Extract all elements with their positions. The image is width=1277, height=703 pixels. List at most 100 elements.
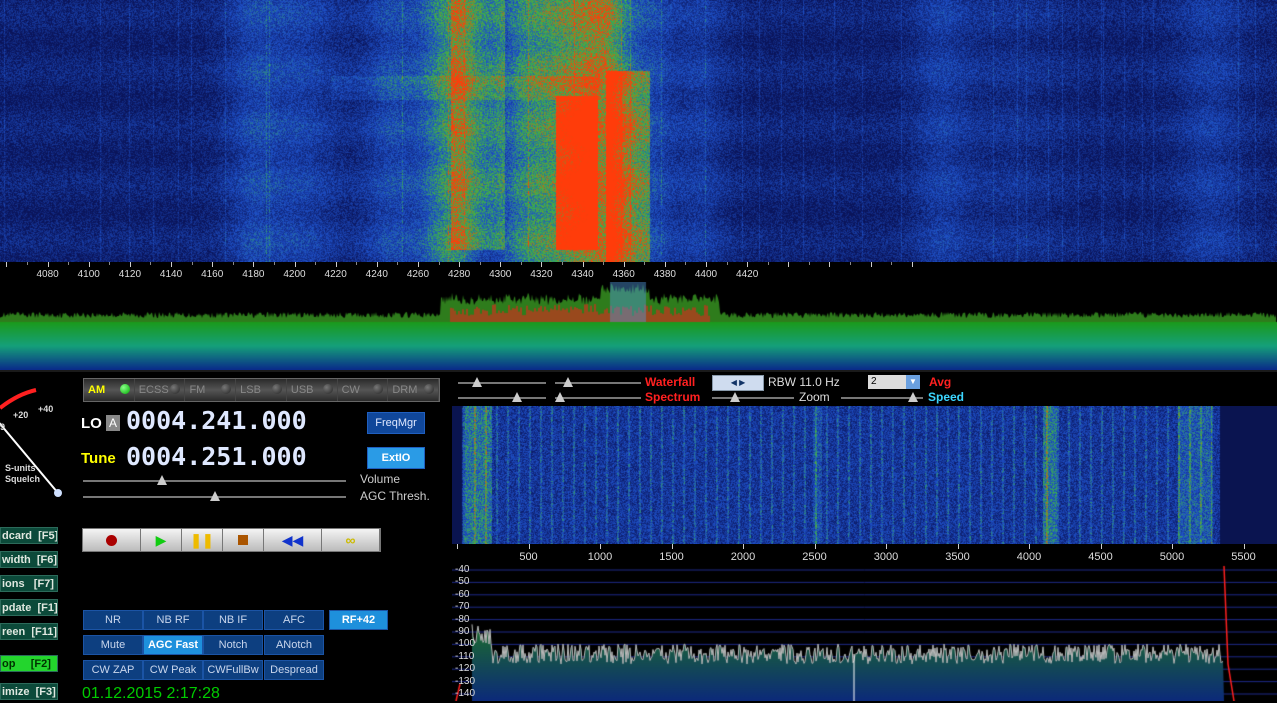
tune-label: Tune bbox=[81, 450, 116, 467]
dsp-notch-button[interactable]: Notch bbox=[203, 635, 263, 655]
dsp-nb-rf-button[interactable]: NB RF bbox=[143, 610, 203, 630]
db-scale-label: -70 bbox=[455, 601, 469, 612]
loop-button[interactable]: ∞ bbox=[322, 529, 380, 551]
main-waterfall[interactable] bbox=[0, 0, 1277, 262]
scale-tick bbox=[768, 262, 769, 265]
scale-tick bbox=[788, 262, 789, 267]
mode-label: DRM bbox=[392, 384, 417, 396]
scale-tick bbox=[377, 262, 378, 267]
mode-label: USB bbox=[291, 384, 314, 396]
mode-ecss-button[interactable]: ECSS bbox=[135, 379, 186, 401]
waterfall-slider-2[interactable] bbox=[555, 382, 641, 384]
audio-scale-label: 1500 bbox=[659, 551, 683, 563]
s-meter-mark-20: +20 bbox=[13, 410, 28, 420]
rbw-spinner[interactable]: ◀ ▶ bbox=[712, 375, 764, 391]
audio-spectrum[interactable] bbox=[452, 564, 1277, 701]
scale-tick bbox=[130, 262, 131, 267]
frequency-scale[interactable]: 4080 4100 4120 4140 4160 4180 4200 4220 4240 4260… bbox=[0, 262, 1277, 282]
dsp-cw-zap-button[interactable]: CW ZAP bbox=[83, 660, 143, 680]
zoom-label: Zoom bbox=[799, 390, 830, 404]
scale-tick bbox=[624, 262, 625, 267]
avg-select[interactable]: 2 ▼ bbox=[868, 375, 920, 389]
audio-scale-label: 500 bbox=[519, 551, 537, 563]
audio-frequency-scale[interactable]: 500 1000 1500 2000 2500 3000 3500 4000 4500 5000 5… bbox=[452, 544, 1277, 564]
side-button[interactable]: reen [F11] bbox=[0, 623, 58, 640]
mode-fm-button[interactable]: FM bbox=[185, 379, 236, 401]
speed-slider[interactable] bbox=[841, 397, 923, 399]
pause-button[interactable]: ❚❚ bbox=[182, 529, 223, 551]
db-scale-label: -40 bbox=[455, 564, 469, 575]
scale-tick bbox=[685, 262, 686, 265]
scale-tick bbox=[850, 262, 851, 265]
mode-usb-button[interactable]: USB bbox=[287, 379, 338, 401]
chevron-down-icon: ▼ bbox=[906, 375, 920, 389]
volume-slider[interactable] bbox=[83, 480, 346, 482]
dsp-nb-if-button[interactable]: NB IF bbox=[203, 610, 263, 630]
audio-scale-label: 2000 bbox=[731, 551, 755, 563]
side-button[interactable]: width [F6] bbox=[0, 551, 58, 568]
freqmgr-button[interactable]: FreqMgr bbox=[367, 412, 425, 434]
dsp-cw-peak-button[interactable]: CW Peak bbox=[143, 660, 203, 680]
frequency-scale-label: 4100 bbox=[78, 269, 100, 280]
spectrum-slider-2[interactable] bbox=[555, 397, 641, 399]
mode-indicator-icon bbox=[170, 384, 180, 394]
scale-tick bbox=[809, 262, 810, 265]
volume-slider-knob[interactable] bbox=[157, 475, 167, 485]
scale-tick bbox=[418, 262, 419, 267]
waterfall-slider-1[interactable] bbox=[458, 382, 546, 384]
rewind-button[interactable]: ◀◀ bbox=[264, 529, 322, 551]
lo-frequency[interactable]: 0004.241.000 bbox=[126, 406, 307, 435]
frequency-scale-label: 4380 bbox=[654, 269, 676, 280]
play-button[interactable]: ▶ bbox=[141, 529, 182, 551]
scale-tick bbox=[583, 262, 584, 267]
record-button[interactable] bbox=[83, 529, 141, 551]
mode-lsb-button[interactable]: LSB bbox=[236, 379, 287, 401]
mode-label: FM bbox=[189, 384, 205, 396]
zoom-slider[interactable] bbox=[712, 397, 794, 399]
scale-tick bbox=[233, 262, 234, 265]
dsp-nr-button[interactable]: NR bbox=[83, 610, 143, 630]
agc-threshold-knob[interactable] bbox=[210, 491, 220, 501]
side-button[interactable]: imize [F3] bbox=[0, 683, 58, 700]
dsp-rf-42-button[interactable]: RF+42 bbox=[329, 610, 388, 630]
scale-tick bbox=[891, 262, 892, 265]
scale-tick bbox=[192, 262, 193, 265]
extio-button[interactable]: ExtIO bbox=[367, 447, 425, 469]
dsp-afc-button[interactable]: AFC bbox=[264, 610, 324, 630]
scale-tick bbox=[397, 262, 398, 265]
audio-waterfall[interactable] bbox=[452, 406, 1277, 544]
dsp-despread-button[interactable]: Despread bbox=[264, 660, 324, 680]
scale-tick bbox=[727, 262, 728, 265]
agc-threshold-slider[interactable] bbox=[83, 496, 346, 498]
s-meter-mark-40: +40 bbox=[38, 404, 53, 414]
loop-icon: ∞ bbox=[346, 532, 356, 548]
main-spectrum[interactable] bbox=[0, 282, 1277, 370]
mode-am-button[interactable]: AM bbox=[84, 379, 135, 401]
dsp-anotch-button[interactable]: ANotch bbox=[264, 635, 324, 655]
scale-tick bbox=[665, 262, 666, 267]
agc-threshold-label: AGC Thresh. bbox=[360, 489, 430, 503]
scale-tick bbox=[815, 544, 816, 549]
dsp-cwfullbw-button[interactable]: CWFullBw bbox=[203, 660, 263, 680]
scale-tick bbox=[212, 262, 213, 267]
lo-label: LO bbox=[81, 415, 102, 432]
scale-tick bbox=[315, 262, 316, 265]
spectrum-slider-1[interactable] bbox=[458, 397, 546, 399]
scale-tick bbox=[253, 262, 254, 267]
side-button[interactable]: op [F2] bbox=[0, 655, 58, 672]
dsp-agc-fast-button[interactable]: AGC Fast bbox=[143, 635, 203, 655]
mode-indicator-icon bbox=[272, 384, 282, 394]
mode-drm-button[interactable]: DRM bbox=[388, 379, 439, 401]
audio-scale-label: 2500 bbox=[802, 551, 826, 563]
tune-frequency[interactable]: 0004.251.000 bbox=[126, 442, 307, 471]
side-button[interactable]: pdate [F1] bbox=[0, 599, 58, 616]
lo-badge[interactable]: A bbox=[106, 415, 120, 431]
audio-scale-label: 5000 bbox=[1160, 551, 1184, 563]
dsp-mute-button[interactable]: Mute bbox=[83, 635, 143, 655]
scale-tick bbox=[500, 262, 501, 267]
stop-button[interactable] bbox=[223, 529, 264, 551]
side-button[interactable]: dcard [F5] bbox=[0, 527, 58, 544]
scale-tick bbox=[886, 544, 887, 549]
side-button[interactable]: ions [F7] bbox=[0, 575, 58, 592]
mode-cw-button[interactable]: CW bbox=[338, 379, 389, 401]
